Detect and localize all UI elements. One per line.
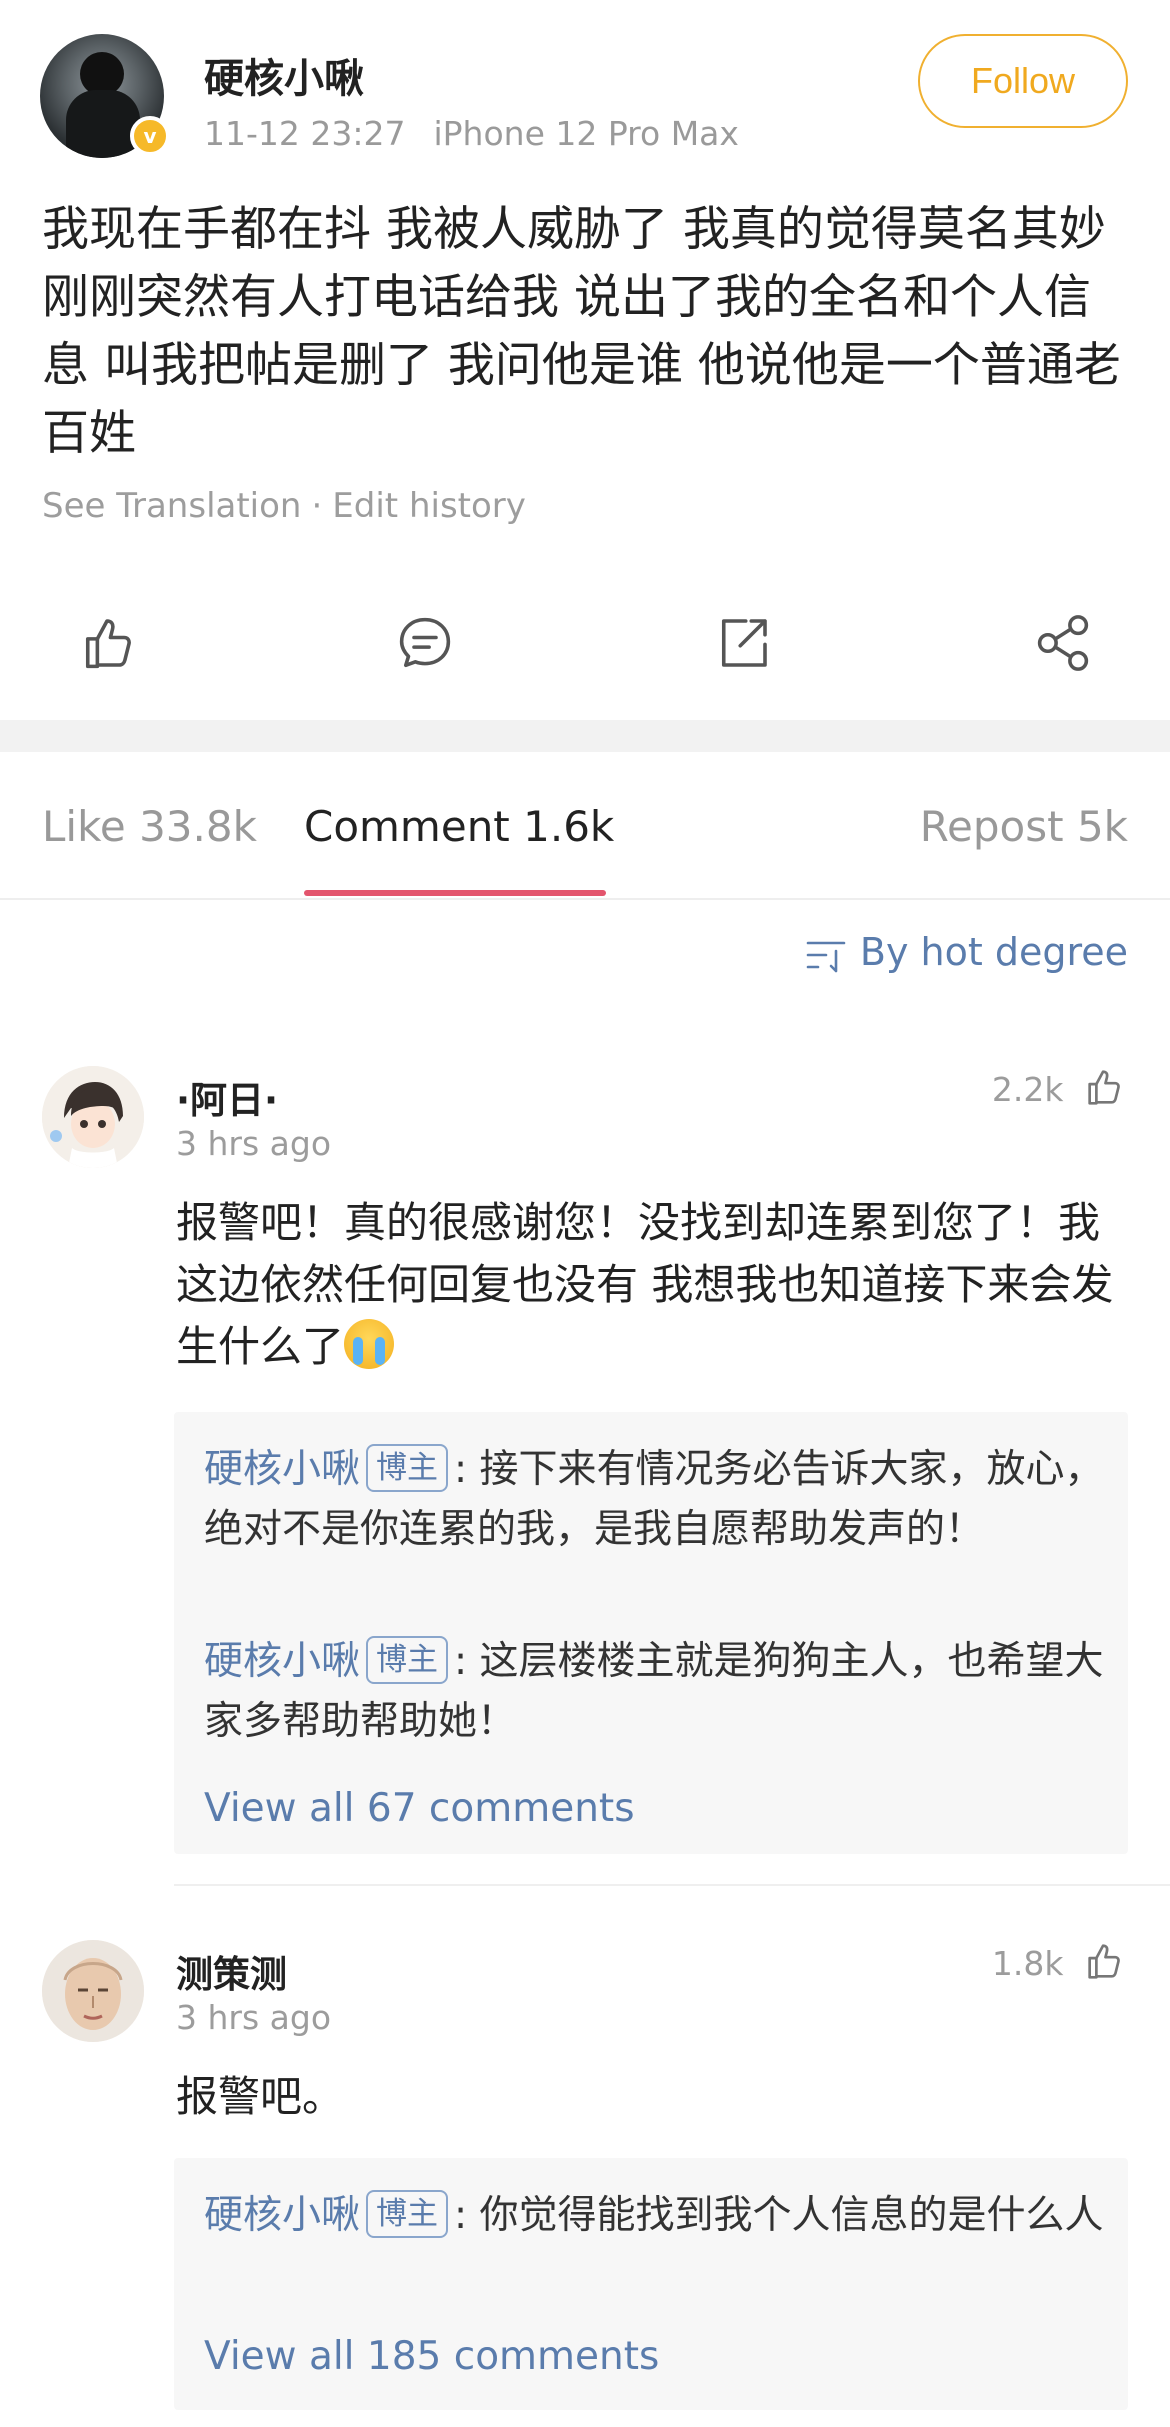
thumb-up-icon xyxy=(1088,1069,1120,1105)
sort-icon xyxy=(802,931,850,979)
comment-text: 报警吧！真的很感谢您！没找到却连累到您了！我这边依然任何回复也没有 我想我也知道… xyxy=(176,1192,1128,1378)
reply-author[interactable]: 硬核小啾 xyxy=(204,1639,360,1684)
like-icon[interactable] xyxy=(74,610,140,676)
thumb-up-icon xyxy=(1088,1943,1120,1979)
reply-author[interactable]: 硬核小啾 xyxy=(204,1447,360,1492)
commenter-avatar[interactable] xyxy=(42,1066,144,1168)
reply-box[interactable]: 硬核小啾 博主: 接下来有情况务必告诉大家，放心，绝对不是你连累的我，是我自愿帮助… xyxy=(174,1412,1128,1854)
post-links: See Translation · Edit history xyxy=(42,486,526,526)
post-header: v 硬核小啾 11-12 23:27 iPhone 12 Pro Max Foll… xyxy=(0,0,1170,175)
crying-emoji-icon xyxy=(344,1319,395,1369)
comment-text: 报警吧。 xyxy=(176,2072,345,2121)
reply-item: 硬核小啾 博主: 这层楼楼主就是狗狗主人，也希望大家多帮助帮助她！ xyxy=(204,1632,1104,1752)
reply-box[interactable]: 硬核小啾 博主: 你觉得能找到我个人信息的是什么人 View all 185 co… xyxy=(174,2158,1128,2410)
tab-like[interactable]: Like 33.8k xyxy=(42,802,257,851)
repost-icon[interactable] xyxy=(710,610,776,676)
verified-badge-icon: v xyxy=(130,116,170,156)
author-name[interactable]: 硬核小啾 xyxy=(204,46,364,104)
commenter-name[interactable]: ·阿日· xyxy=(176,1070,278,1124)
comment-time: 3 hrs ago xyxy=(176,1998,332,2037)
reply-author[interactable]: 硬核小啾 xyxy=(204,2193,360,2238)
tab-repost[interactable]: Repost 5k xyxy=(920,802,1128,851)
view-all-replies-link[interactable]: View all 185 comments xyxy=(204,2334,659,2379)
sort-label: By hot degree xyxy=(859,930,1128,974)
edit-history-link[interactable]: Edit history xyxy=(332,486,526,526)
post-meta: 11-12 23:27 iPhone 12 Pro Max xyxy=(204,114,739,153)
tab-bar: Like 33.8k Comment 1.6k Repost 5k xyxy=(0,752,1170,900)
section-divider xyxy=(0,720,1170,752)
post-detail-page: v 硬核小啾 11-12 23:27 iPhone 12 Pro Max Foll… xyxy=(0,0,1170,2427)
comment-divider xyxy=(174,1884,1170,1886)
poster-badge: 博主 xyxy=(366,2190,449,2238)
reply-item: 硬核小啾 博主: 接下来有情况务必告诉大家，放心，绝对不是你连累的我，是我自愿帮助… xyxy=(204,1440,1104,1560)
separator: · xyxy=(311,486,323,526)
comment-icon[interactable] xyxy=(392,610,458,676)
see-translation-link[interactable]: See Translation xyxy=(42,486,301,526)
post-text: 我现在手都在抖 我被人威胁了 我真的觉得莫名其妙 刚刚突然有人打电话给我 说出了… xyxy=(42,202,1121,461)
sort-button[interactable]: By hot degree xyxy=(802,930,1128,986)
follow-button[interactable]: Follow xyxy=(918,34,1128,128)
reply-text: : 你觉得能找到我个人信息的是什么人 xyxy=(454,2193,1104,2238)
share-icon[interactable] xyxy=(1030,610,1096,676)
active-tab-indicator xyxy=(304,890,606,896)
comment-time: 3 hrs ago xyxy=(176,1124,332,1163)
reply-item: 硬核小啾 博主: 你觉得能找到我个人信息的是什么人 xyxy=(204,2186,1104,2246)
poster-badge: 博主 xyxy=(366,1444,449,1492)
comment-like-button[interactable]: 2.2k xyxy=(991,1069,1128,1120)
view-all-replies-link[interactable]: View all 67 comments xyxy=(204,1786,635,1831)
commenter-avatar[interactable] xyxy=(42,1940,144,2042)
action-bar xyxy=(0,590,1170,700)
post-time: 11-12 23:27 xyxy=(204,114,406,153)
tab-comment[interactable]: Comment 1.6k xyxy=(304,802,614,851)
comment-like-count: 2.2k xyxy=(991,1070,1064,1109)
commenter-name[interactable]: 测策测 xyxy=(176,1944,287,1998)
comment-text-content: 报警吧！真的很感谢您！没找到却连累到您了！我这边依然任何回复也没有 我想我也知道… xyxy=(176,1198,1114,1371)
post-device: iPhone 12 Pro Max xyxy=(433,114,739,153)
comment-like-button[interactable]: 1.8k xyxy=(991,1943,1128,1994)
comment-like-count: 1.8k xyxy=(991,1944,1064,1983)
poster-badge: 博主 xyxy=(366,1636,449,1684)
